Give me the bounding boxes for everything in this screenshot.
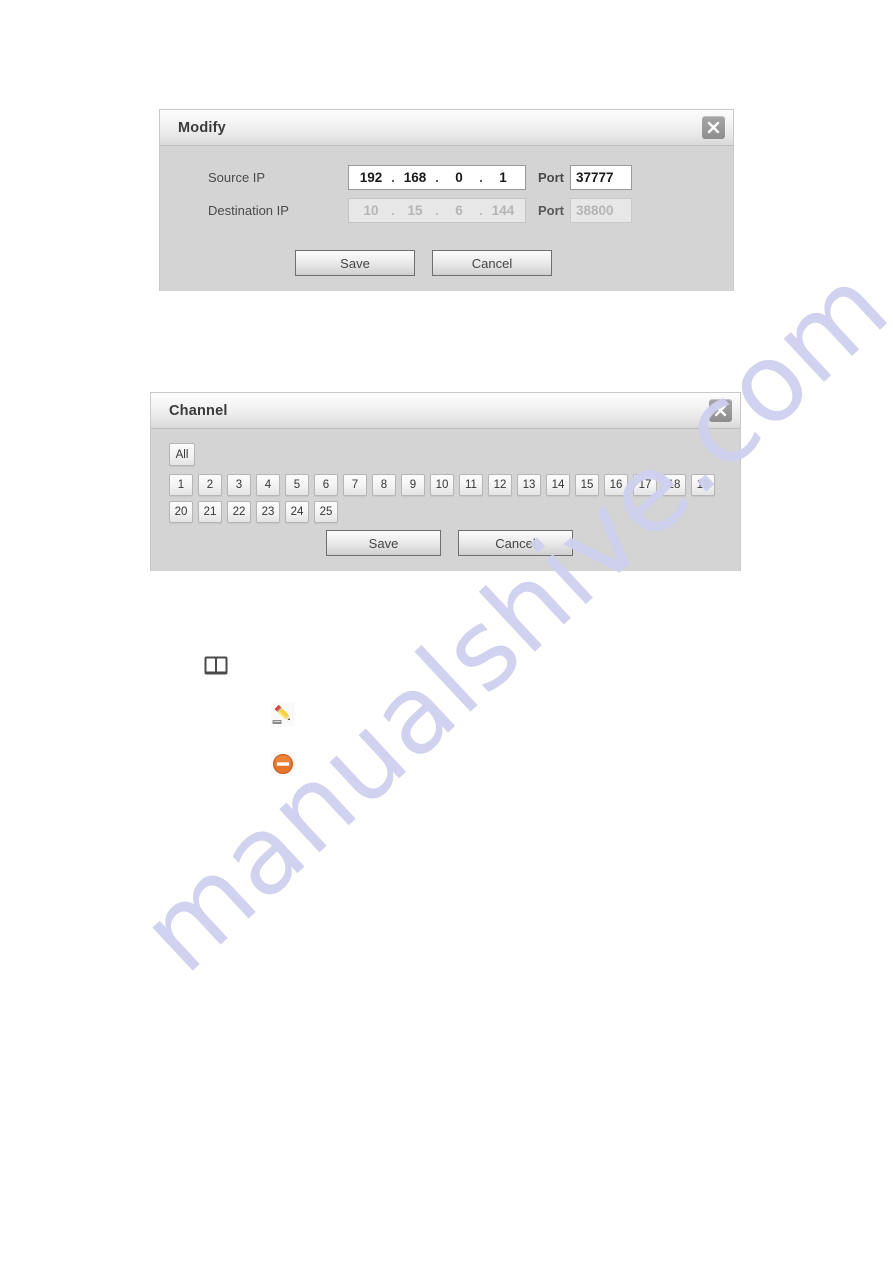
ip-separator: . <box>479 203 483 218</box>
source-port-input[interactable]: 37777 <box>570 165 632 190</box>
destination-ip-octet-3: 6 <box>455 203 463 218</box>
save-button[interactable]: Save <box>326 530 441 556</box>
channel-button-19[interactable]: 19 <box>691 474 715 496</box>
destination-ip-octet-2: 15 <box>407 203 423 218</box>
ip-separator: . <box>435 203 439 218</box>
channel-all-button[interactable]: All <box>169 443 195 466</box>
channel-button-21[interactable]: 21 <box>198 501 222 523</box>
channel-dialog: Channel All 1 2 3 4 5 6 7 8 9 10 11 12 13 14 15 16 17 18 1… <box>151 393 740 571</box>
channel-button-1[interactable]: 1 <box>169 474 193 496</box>
destination-ip-octet-4: 144 <box>491 203 515 218</box>
channel-dialog-body: All 1 2 3 4 5 6 7 8 9 10 11 12 13 14 15 16 17 18 19 20 21 22 2… <box>151 429 740 571</box>
select-all-wrapper: All <box>169 443 195 466</box>
channel-button-2[interactable]: 2 <box>198 474 222 496</box>
destination-ip-row: Destination IP 10 . 15 . 6 . 144 Port 38… <box>208 198 632 223</box>
channel-button-25[interactable]: 25 <box>314 501 338 523</box>
channel-button-11[interactable]: 11 <box>459 474 483 496</box>
channel-button-9[interactable]: 9 <box>401 474 425 496</box>
channel-button-14[interactable]: 14 <box>546 474 570 496</box>
channel-button-3[interactable]: 3 <box>227 474 251 496</box>
channel-button-20[interactable]: 20 <box>169 501 193 523</box>
source-ip-input[interactable]: 192 . 168 . 0 . 1 <box>348 165 526 190</box>
cancel-button[interactable]: Cancel <box>432 250 552 276</box>
modify-dialog-title: Modify <box>178 119 226 136</box>
channel-dialog-title: Channel <box>169 402 228 419</box>
channel-button-grid: 1 2 3 4 5 6 7 8 9 10 11 12 13 14 15 16 17 18 19 20 21 22 23 24 2… <box>169 474 715 523</box>
channel-button-12[interactable]: 12 <box>488 474 512 496</box>
cancel-button[interactable]: Cancel <box>458 530 573 556</box>
channel-button-17[interactable]: 17 <box>633 474 657 496</box>
modify-dialog: Modify Source IP 192 . 168 . 0 . 1 Port … <box>160 110 733 291</box>
source-port-label: Port <box>538 170 564 185</box>
source-ip-octet-4[interactable]: 1 <box>485 170 521 185</box>
destination-port-input: 38800 <box>570 198 632 223</box>
source-ip-octet-1[interactable]: 192 <box>353 170 389 185</box>
channel-button-5[interactable]: 5 <box>285 474 309 496</box>
watermark-text: manualshive.com <box>118 243 893 997</box>
delete-forbidden-icon[interactable] <box>271 752 295 781</box>
destination-ip-label: Destination IP <box>208 203 289 218</box>
destination-ip-input: 10 . 15 . 6 . 144 <box>348 198 526 223</box>
channel-button-24[interactable]: 24 <box>285 501 309 523</box>
source-ip-label: Source IP <box>208 170 266 185</box>
channel-dialog-actions: Save Cancel <box>326 530 573 556</box>
destination-ip-octet-1: 10 <box>363 203 379 218</box>
ip-separator: . <box>479 170 483 185</box>
modify-dialog-titlebar: Modify <box>160 110 733 146</box>
channel-dialog-titlebar: Channel <box>151 393 740 429</box>
ip-separator: . <box>435 170 439 185</box>
channel-button-6[interactable]: 6 <box>314 474 338 496</box>
source-ip-octet-2[interactable]: 168 <box>397 170 433 185</box>
channel-button-23[interactable]: 23 <box>256 501 280 523</box>
source-ip-octet-3[interactable]: 0 <box>441 170 477 185</box>
source-ip-row: Source IP 192 . 168 . 0 . 1 Port 37777 <box>208 165 632 190</box>
channel-button-15[interactable]: 15 <box>575 474 599 496</box>
channel-button-13[interactable]: 13 <box>517 474 541 496</box>
modify-dialog-actions: Save Cancel <box>295 250 552 276</box>
channel-button-22[interactable]: 22 <box>227 501 251 523</box>
channel-button-18[interactable]: 18 <box>662 474 686 496</box>
channel-button-16[interactable]: 16 <box>604 474 628 496</box>
book-note-icon <box>204 655 228 682</box>
close-icon[interactable] <box>702 116 725 139</box>
channel-button-7[interactable]: 7 <box>343 474 367 496</box>
close-icon[interactable] <box>709 399 732 422</box>
modify-dialog-body: Source IP 192 . 168 . 0 . 1 Port 37777 D… <box>160 146 733 291</box>
ip-separator: . <box>391 203 395 218</box>
channel-button-10[interactable]: 10 <box>430 474 454 496</box>
ip-separator: . <box>391 170 395 185</box>
channel-button-4[interactable]: 4 <box>256 474 280 496</box>
pencil-edit-icon[interactable] <box>271 702 295 731</box>
save-button[interactable]: Save <box>295 250 415 276</box>
channel-button-8[interactable]: 8 <box>372 474 396 496</box>
destination-port-label: Port <box>538 203 564 218</box>
